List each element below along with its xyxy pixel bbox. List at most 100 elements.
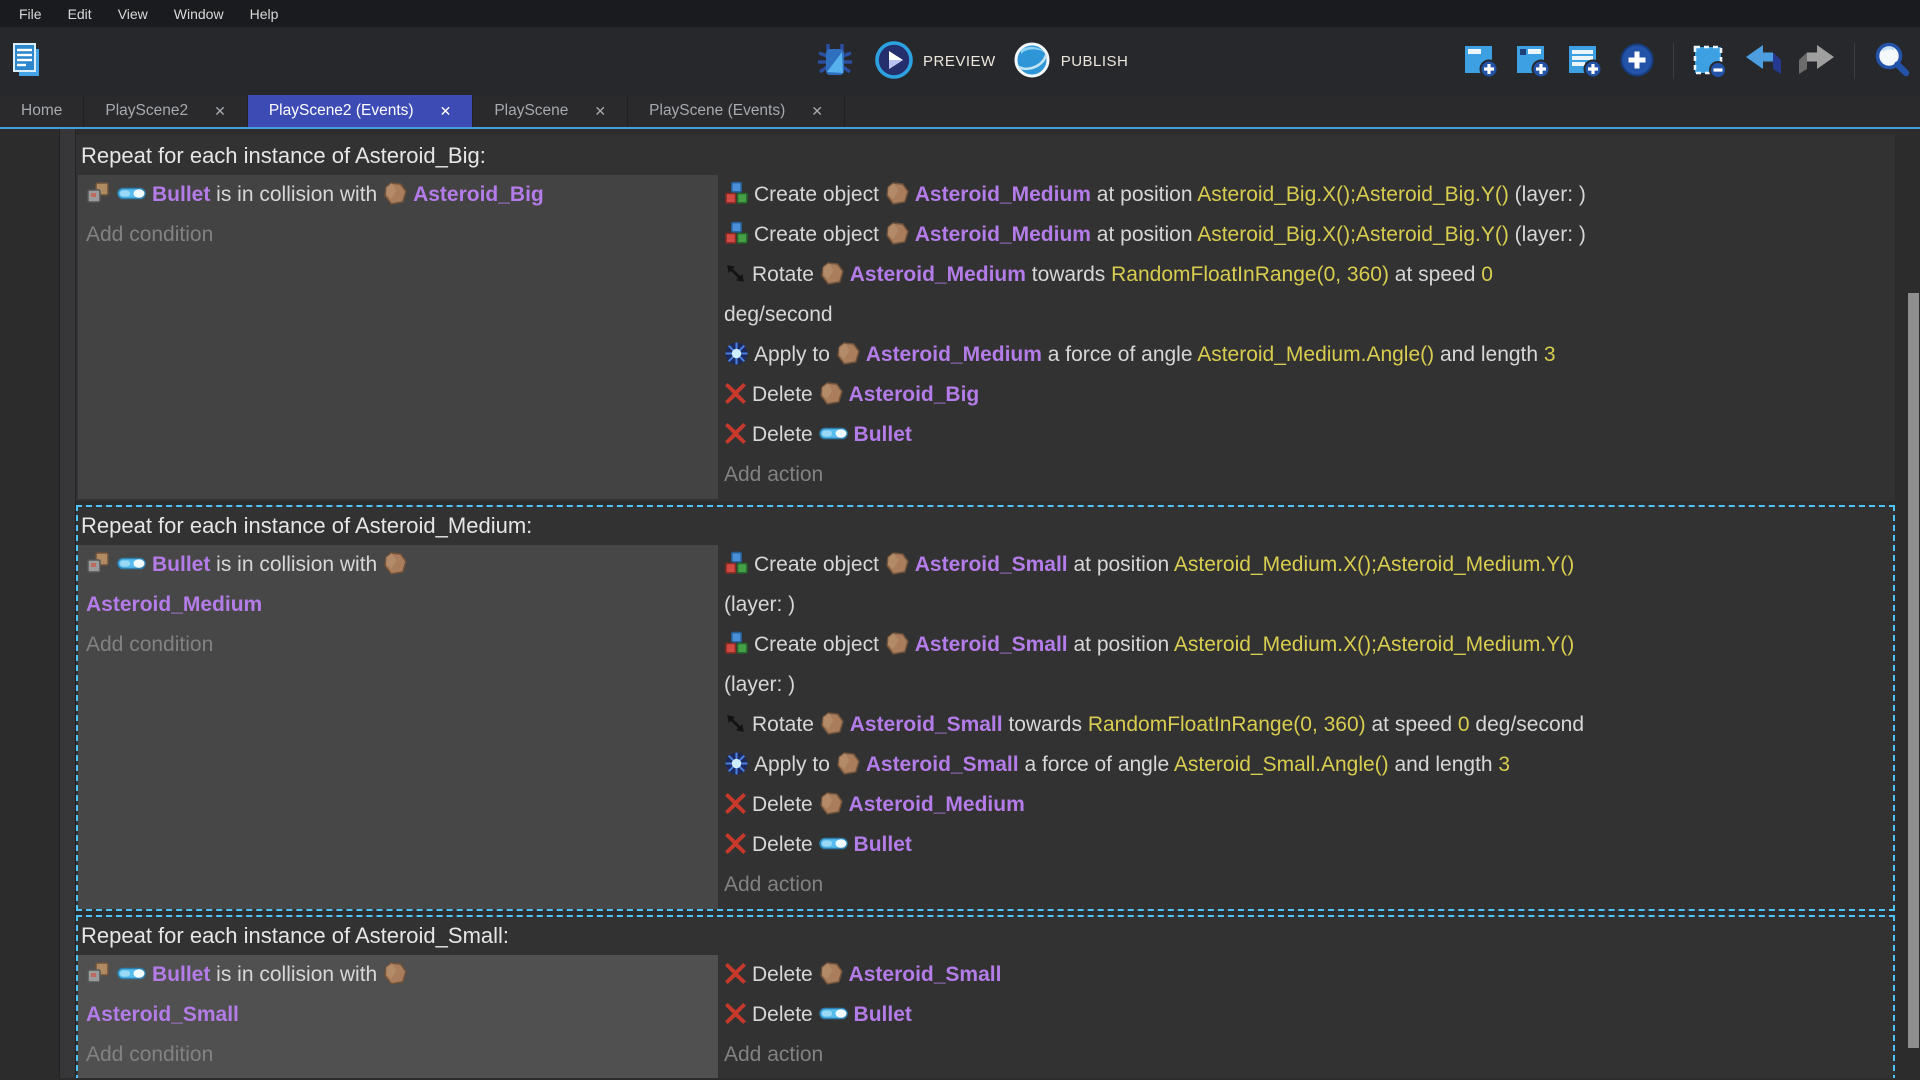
action-row[interactable]: Create object Asteroid_Small at position… (724, 625, 1889, 665)
delete-event-button[interactable] (1691, 41, 1729, 82)
repeat-for-each-header[interactable]: Repeat for each instance of Asteroid_Med… (78, 507, 1893, 545)
add-circle-button[interactable] (1618, 41, 1656, 82)
add-action-button[interactable]: Add action (724, 865, 823, 905)
event-block[interactable]: Repeat for each instance of Asteroid_Big… (76, 135, 1895, 501)
tab-playscene-events[interactable]: PlayScene (Events)✕ (628, 95, 845, 127)
redo-button[interactable] (1797, 43, 1837, 80)
tab-close-icon[interactable]: ✕ (811, 104, 823, 118)
instruction-text: Delete (752, 423, 819, 446)
action-row[interactable]: Delete Asteroid_Medium (724, 785, 1889, 825)
action-row[interactable]: Create object Asteroid_Medium at positio… (724, 175, 1889, 215)
condition-row[interactable]: Bullet is in collision with (86, 955, 710, 995)
add-subevent-button[interactable] (1514, 41, 1552, 82)
action-row[interactable]: Apply to Asteroid_Medium a force of angl… (724, 335, 1889, 375)
asteroid-icon (885, 181, 910, 206)
action-row[interactable]: (layer: ) (724, 665, 1889, 705)
object-name: Bullet (854, 423, 912, 446)
tab-close-icon[interactable]: ✕ (440, 104, 452, 118)
rotate-icon (724, 712, 747, 735)
action-row[interactable]: Delete Bullet (724, 825, 1889, 865)
add-condition-button[interactable]: Add condition (86, 215, 213, 255)
add-action-button[interactable]: Add action (724, 455, 823, 495)
bullet-icon (117, 555, 147, 572)
events-sheet: Repeat for each instance of Asteroid_Big… (0, 129, 1920, 1078)
repeat-for-each-header[interactable]: Repeat for each instance of Asteroid_Big… (78, 137, 1893, 175)
action-row[interactable]: Apply to Asteroid_Small a force of angle… (724, 745, 1889, 785)
action-row[interactable]: Delete Bullet (724, 995, 1889, 1035)
toolbar-separator (1854, 43, 1855, 79)
force-icon (724, 341, 749, 366)
expression: 3 (1544, 343, 1556, 366)
delete-icon (724, 422, 747, 445)
action-row[interactable]: Create object Asteroid_Medium at positio… (724, 215, 1889, 255)
instruction-text: Apply to (754, 343, 836, 366)
asteroid-icon (820, 711, 845, 736)
condition-row[interactable]: Bullet is in collision with Asteroid_Big (86, 175, 710, 215)
add-comment-button[interactable] (1566, 41, 1604, 82)
action-row[interactable]: Rotate Asteroid_Small towards RandomFloa… (724, 705, 1889, 745)
action-row[interactable]: deg/second (724, 295, 1889, 335)
action-row[interactable]: Delete Asteroid_Big (724, 375, 1889, 415)
instruction-text: Delete (752, 963, 819, 986)
scrollbar-thumb[interactable] (1908, 293, 1919, 1048)
condition-row[interactable]: Bullet is in collision with (86, 545, 710, 585)
undo-button[interactable] (1743, 43, 1783, 80)
add-action-button[interactable]: Add action (724, 1035, 823, 1075)
menu-item-edit[interactable]: Edit (55, 0, 105, 27)
preview-label: PREVIEW (923, 53, 996, 70)
asteroid-icon (885, 631, 910, 656)
menu-item-file[interactable]: File (6, 0, 55, 27)
delete-icon (724, 962, 747, 985)
event-block[interactable]: Repeat for each instance of Asteroid_Sma… (76, 915, 1895, 1078)
expression: RandomFloatInRange(0, 360) (1111, 263, 1389, 286)
action-row[interactable]: Delete Bullet (724, 415, 1889, 455)
add-condition-button[interactable]: Add condition (86, 625, 213, 665)
condition-row[interactable]: Asteroid_Medium (86, 585, 710, 625)
asteroid-icon (383, 551, 408, 576)
action-row[interactable]: (layer: ) (724, 585, 1889, 625)
action-row[interactable]: Delete Asteroid_Small (724, 955, 1889, 995)
condition-row[interactable]: Asteroid_Small (86, 995, 710, 1035)
object-name: Asteroid_Medium (915, 223, 1091, 246)
action-row[interactable]: Rotate Asteroid_Medium towards RandomFlo… (724, 255, 1889, 295)
repeat-for-each-header[interactable]: Repeat for each instance of Asteroid_Sma… (78, 917, 1893, 955)
add-event-button[interactable] (1462, 41, 1500, 82)
tab-playscene2[interactable]: PlayScene2✕ (84, 95, 247, 127)
object-name: Asteroid_Small (915, 633, 1068, 656)
asteroid-icon (885, 221, 910, 246)
collision-icon (86, 182, 112, 205)
tabbar: HomePlayScene2✕PlayScene2 (Events)✕PlayS… (0, 95, 1920, 129)
asteroid-icon (885, 551, 910, 576)
conditions-column: Bullet is in collision with Asteroid_Med… (78, 545, 718, 909)
actions-column: Delete Asteroid_SmallDelete BulletAdd ac… (718, 955, 1893, 1078)
vertical-scrollbar[interactable] (1906, 129, 1920, 1078)
tab-close-icon[interactable]: ✕ (214, 104, 226, 118)
tab-close-icon[interactable]: ✕ (594, 104, 606, 118)
instruction-text: at speed (1389, 263, 1481, 286)
search-button[interactable] (1872, 40, 1912, 83)
action-row[interactable]: Create object Asteroid_Small at position… (724, 545, 1889, 585)
collision-icon (86, 962, 112, 985)
add-condition-button[interactable]: Add condition (86, 1035, 213, 1075)
event-block[interactable]: Repeat for each instance of Asteroid_Med… (76, 505, 1895, 911)
events-toolbar (1462, 27, 1912, 95)
preview-button[interactable]: PREVIEW (874, 40, 996, 83)
tab-home[interactable]: Home (0, 95, 84, 127)
collision-icon (86, 552, 112, 575)
instruction-text: towards (1003, 713, 1088, 736)
project-manager-icon (9, 41, 45, 84)
menu-item-window[interactable]: Window (161, 0, 237, 27)
tab-playscene2-events[interactable]: PlayScene2 (Events)✕ (248, 95, 473, 127)
toolbar-separator (1673, 43, 1674, 79)
publish-label: PUBLISH (1061, 53, 1129, 70)
expression: 3 (1498, 753, 1510, 776)
publish-button[interactable]: PUBLISH (1012, 40, 1129, 83)
debugger-button[interactable] (812, 40, 858, 83)
undo-icon (1743, 43, 1783, 80)
project-manager-button[interactable] (9, 41, 45, 84)
menu-item-view[interactable]: View (105, 0, 161, 27)
menu-item-help[interactable]: Help (237, 0, 292, 27)
tab-playscene[interactable]: PlayScene✕ (473, 95, 628, 127)
instruction-text: (layer: ) (1509, 183, 1586, 206)
instruction-text: Create object (754, 223, 885, 246)
